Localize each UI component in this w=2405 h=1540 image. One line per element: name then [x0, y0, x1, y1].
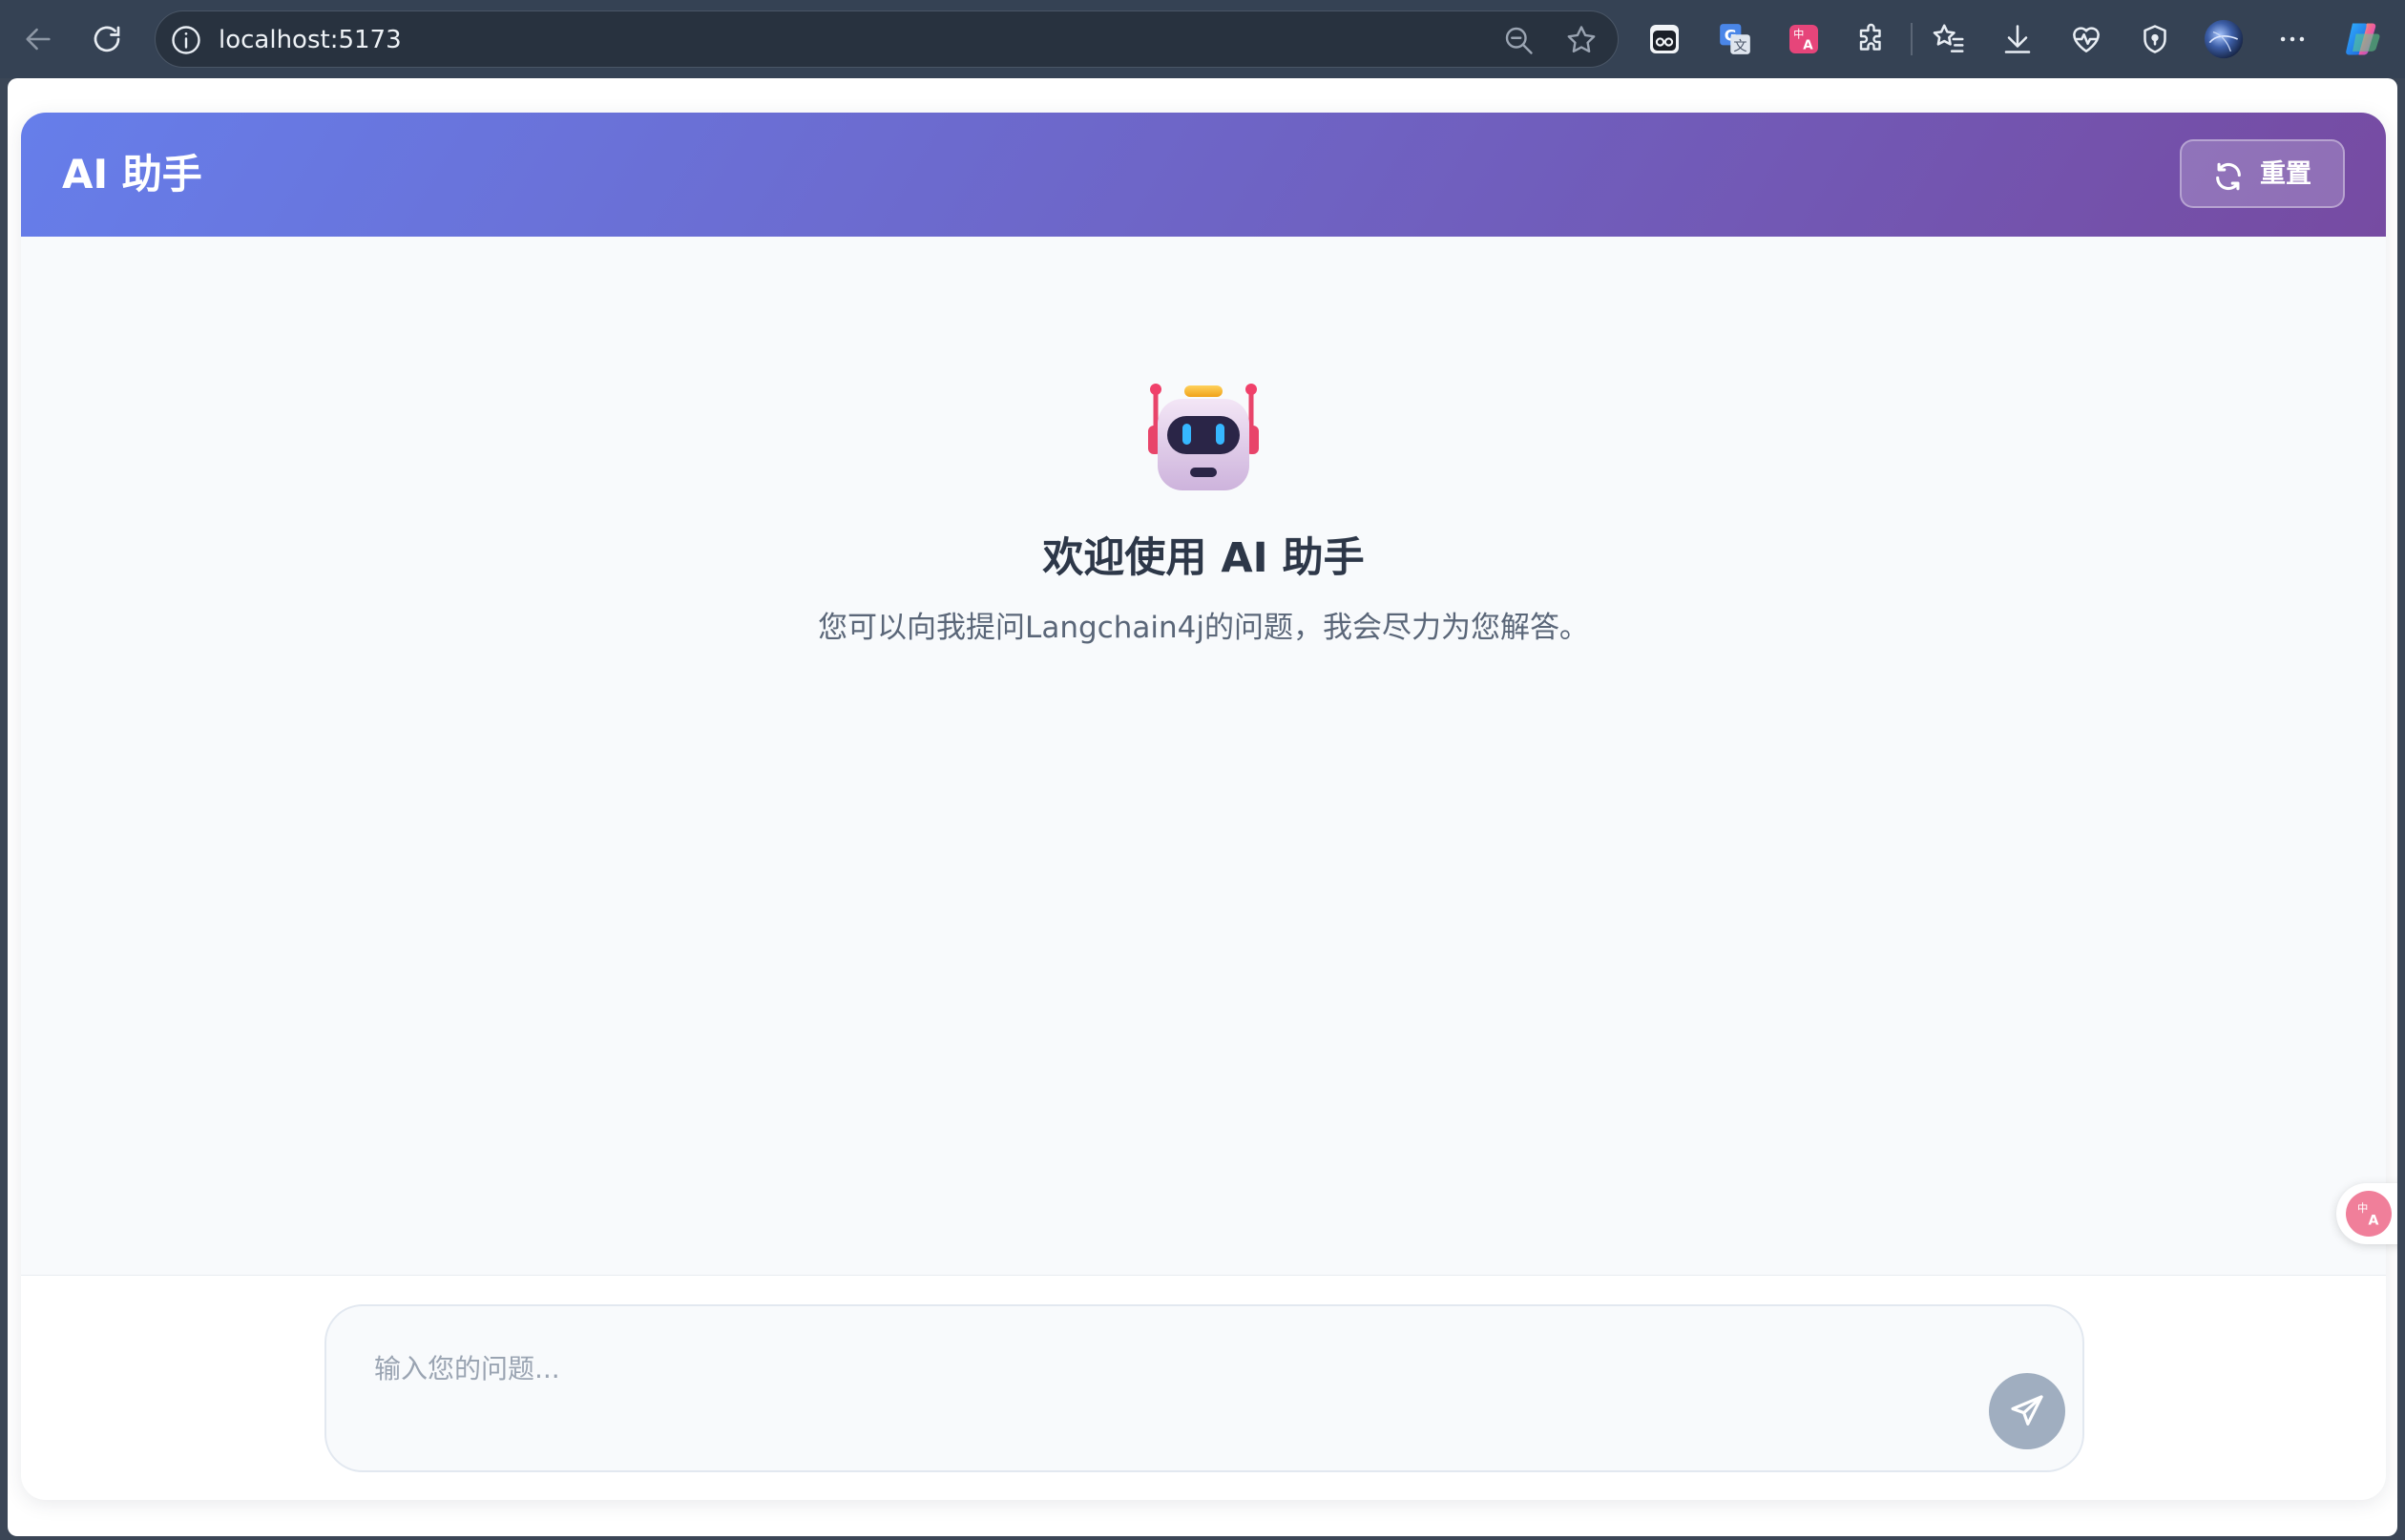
send-icon: [2011, 1395, 2043, 1426]
url-text[interactable]: localhost:5173: [219, 25, 402, 55]
svg-text:A: A: [1803, 38, 1813, 53]
reset-button-label: 重置: [2260, 159, 2311, 189]
toolbar-separator: [1911, 23, 1913, 55]
app-title: AI 助手: [62, 151, 202, 198]
svg-text:A: A: [2368, 1213, 2378, 1228]
app-viewport: AI 助手 重置 欢迎使用 AI 助手 您可以向我提问Langchain4j的问…: [8, 78, 2397, 1536]
google-translate-extension-icon[interactable]: G文: [1714, 18, 1756, 60]
browser-essentials-icon[interactable]: [2065, 18, 2107, 60]
extensions-puzzle-icon[interactable]: [1851, 18, 1893, 60]
favorite-star-icon[interactable]: [1564, 23, 1599, 61]
refresh-icon: [2212, 160, 2245, 197]
svg-text:文: 文: [1733, 38, 1746, 54]
chat-container: AI 助手 重置 欢迎使用 AI 助手 您可以向我提问Langchain4j的问…: [21, 113, 2386, 1500]
info-icon[interactable]: [169, 23, 203, 61]
shield-icon[interactable]: [2134, 18, 2176, 60]
translate-zh-extension-icon[interactable]: 中A: [1783, 18, 1825, 60]
svg-text:中: 中: [2357, 1201, 2368, 1215]
input-area: 输入您的问题...: [21, 1275, 2386, 1500]
address-bar[interactable]: localhost:5173: [155, 10, 1619, 68]
send-button[interactable]: [1989, 1373, 2065, 1449]
welcome-subtitle: 您可以向我提问Langchain4j的问题，我会尽力为您解答。: [818, 611, 1589, 645]
reset-button[interactable]: 重置: [2180, 139, 2345, 208]
more-menu-icon[interactable]: [2271, 18, 2313, 60]
question-input[interactable]: 输入您的问题...: [324, 1304, 2084, 1472]
profile-avatar[interactable]: [2203, 18, 2245, 60]
welcome-panel: 欢迎使用 AI 助手 您可以向我提问Langchain4j的问题，我会尽力为您解…: [21, 380, 2386, 647]
favorites-icon[interactable]: [1928, 18, 1970, 60]
reload-icon[interactable]: [84, 16, 130, 62]
zoom-out-icon[interactable]: [1501, 23, 1536, 61]
back-arrow-icon[interactable]: [15, 16, 61, 62]
chat-header: AI 助手 重置: [21, 113, 2386, 237]
question-input-placeholder[interactable]: 输入您的问题...: [374, 1352, 560, 1386]
ghostery-extension-icon[interactable]: [1643, 18, 1685, 60]
downloads-icon[interactable]: [1997, 18, 2039, 60]
translate-float-icon[interactable]: 中A: [2346, 1191, 2392, 1237]
copilot-icon[interactable]: [2342, 18, 2384, 60]
browser-toolbar: localhost:5173 G文 中A: [0, 0, 2405, 78]
robot-icon: [1148, 384, 1259, 490]
floating-translate-button[interactable]: 中A: [2336, 1183, 2397, 1244]
welcome-title: 欢迎使用 AI 助手: [1042, 534, 1365, 582]
